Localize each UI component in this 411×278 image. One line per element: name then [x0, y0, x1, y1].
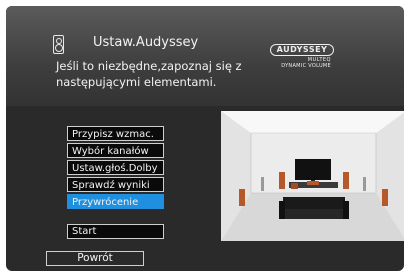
surround-right-speaker — [382, 189, 388, 206]
room-illustration — [221, 111, 404, 241]
front-left-speaker — [279, 172, 285, 189]
logo-dynamic-volume: DYNAMIC VOLUME — [281, 63, 331, 69]
surround-left-speaker — [239, 189, 245, 206]
subwoofer — [291, 183, 298, 189]
menu-item-dolby-speaker[interactable]: Ustaw.głoś.Dolby — [67, 160, 164, 175]
start-button[interactable]: Start — [67, 224, 164, 239]
center-speaker — [307, 181, 319, 185]
menu-item-restore[interactable]: Przywrócenie — [67, 194, 164, 209]
setup-screen: Ustaw.Audyssey Jeśli to niezbędne,zapozn… — [6, 6, 404, 271]
header: Ustaw.Audyssey Jeśli to niezbędne,zapozn… — [6, 6, 404, 106]
setup-menu: Przypisz wzmac. Wybór kanałów Ustaw.głoś… — [67, 126, 164, 211]
logo-main: AUDYSSEY — [269, 44, 335, 56]
tv — [295, 159, 331, 180]
front-right-speaker — [343, 172, 349, 189]
back-button[interactable]: Powrót — [46, 251, 144, 266]
menu-item-check-results[interactable]: Sprawdź wyniki — [67, 177, 164, 192]
speaker-icon — [53, 35, 64, 54]
description: Jeśli to niezbędne,zapoznaj się z następ… — [56, 59, 242, 89]
audyssey-logo: AUDYSSEY MULTEQ DYNAMIC VOLUME — [267, 37, 337, 69]
menu-item-channel-select[interactable]: Wybór kanałów — [67, 143, 164, 158]
page-title: Ustaw.Audyssey — [93, 35, 199, 50]
menu-item-amp-assign[interactable]: Przypisz wzmac. — [67, 126, 164, 141]
